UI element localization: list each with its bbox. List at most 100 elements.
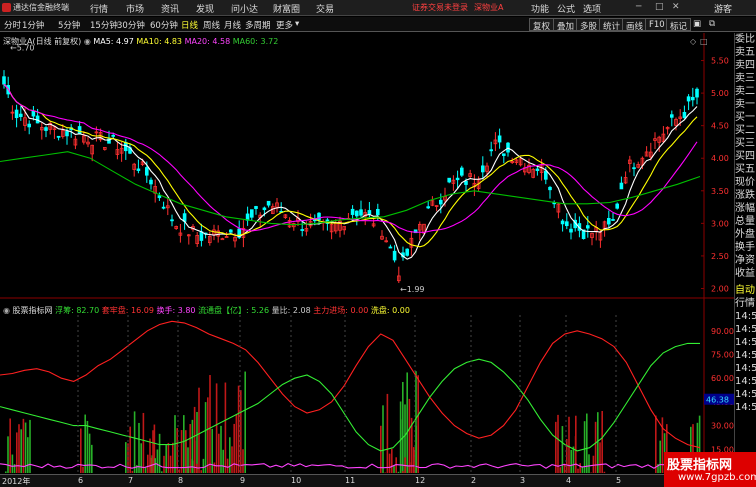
washout-label: 洗盘: 0.00: [370, 306, 410, 315]
side-item-21: 14:5: [735, 311, 756, 322]
ma10-line: [3, 83, 698, 248]
tab-fenshi[interactable]: 分时: [4, 19, 21, 31]
pin-icon[interactable]: ⧉: [706, 18, 718, 31]
candle-body: [65, 131, 69, 137]
candle-body: [695, 88, 699, 98]
indicator-bar: [88, 433, 91, 473]
main-force-label: 主力进场: 0.00: [313, 306, 369, 315]
indicator-bar: [187, 447, 189, 473]
side-item-1: 卖五: [735, 47, 755, 58]
indicator-tick-2: 60.00: [711, 374, 734, 383]
tab-more[interactable]: 更多: [276, 19, 293, 31]
indicator-bar: [178, 469, 181, 473]
candle-body: [220, 238, 225, 241]
float-chips-label: 浮筹: 82.70: [55, 306, 100, 315]
collapse-icon[interactable]: ▣: [690, 18, 704, 31]
price-tick-5: 3.00: [711, 219, 729, 228]
indicator-bar: [408, 462, 411, 473]
turnover-line: [0, 462, 697, 469]
menu-caifuquan[interactable]: 财富圈: [273, 2, 300, 15]
indicator-bar: [138, 422, 140, 473]
candle-body: [27, 123, 31, 128]
side-item-16: 换手: [735, 242, 755, 253]
candle-body: [497, 135, 502, 143]
indicator-bar: [198, 387, 200, 473]
minimize-icon[interactable]: ─: [636, 2, 641, 12]
indicator-bar: [599, 442, 601, 473]
tab-30min[interactable]: 30分钟: [117, 19, 145, 31]
menu-gongshi[interactable]: 公式: [557, 2, 575, 15]
restore-icon[interactable]: □: [655, 2, 664, 12]
mark-button[interactable]: 标记: [666, 18, 692, 32]
date-label-2: 7: [128, 476, 134, 485]
chevron-down-icon[interactable]: ▾: [295, 19, 299, 29]
ma-settings-icon[interactable]: ◉: [84, 37, 91, 46]
tab-60min[interactable]: 60分钟: [150, 19, 178, 31]
date-label-5: 10: [291, 476, 302, 485]
side-item-18: 收益: [735, 268, 755, 279]
indicator-settings-icon[interactable]: ◉: [3, 306, 10, 315]
side-item-6: 买一: [735, 112, 755, 123]
indicator-bar: [11, 454, 14, 473]
kline-chart[interactable]: 5.50 5.00 4.50 4.00 3.50 3.00 2.50 2.00 90.00 75.…: [0, 33, 734, 474]
candle-body: [77, 126, 82, 135]
indicator-bar: [233, 423, 235, 473]
menu-faxian[interactable]: 发现: [196, 2, 214, 15]
menu-xuanxiang[interactable]: 选项: [583, 2, 601, 15]
tab-15min[interactable]: 15分钟: [90, 19, 118, 31]
menu-shichang[interactable]: 市场: [126, 2, 144, 15]
overlay-button[interactable]: 叠加: [553, 18, 579, 32]
candle-body: [632, 167, 636, 170]
current-stock-name: 深物业A: [474, 3, 504, 12]
candle-body: [607, 218, 611, 225]
indicator-bar: [185, 430, 187, 473]
tab-weekly[interactable]: 周线: [203, 19, 220, 31]
candle-body: [44, 127, 48, 131]
indicator-bar: [129, 426, 131, 473]
candle-body: [565, 221, 569, 227]
indicator-bar: [140, 443, 142, 473]
indicator-bar: [82, 466, 84, 473]
candle-body: [170, 219, 174, 222]
menu-wenxiaoda[interactable]: 问小达: [231, 2, 258, 15]
tab-5min[interactable]: 5分钟: [58, 19, 80, 31]
trapped-label: 套牢盘: 16.09: [101, 306, 154, 315]
chart-title: 深物业A(日线 前复权): [3, 37, 82, 46]
menu-gongneng[interactable]: 功能: [531, 2, 549, 15]
indicator-bar: [572, 446, 575, 473]
candle-body: [300, 229, 304, 231]
fuquan-button[interactable]: 复权: [529, 18, 555, 32]
indicator-bar: [382, 405, 384, 473]
candle-body: [560, 220, 565, 225]
indicator-bar: [152, 430, 154, 473]
date-label-10: 4: [566, 476, 572, 485]
candle-body: [548, 186, 552, 191]
candle-body: [161, 206, 166, 209]
candle-body: [480, 165, 485, 173]
indicator-bar: [242, 449, 244, 473]
guest-label[interactable]: 游客: [714, 2, 732, 15]
draw-line-button[interactable]: 画线: [622, 18, 648, 32]
tab-monthly[interactable]: 月线: [224, 19, 241, 31]
close-icon[interactable]: ✕: [672, 2, 680, 12]
login-notice[interactable]: 证券交易未登录: [412, 2, 468, 13]
indicator-name[interactable]: 股票指标网: [13, 306, 53, 315]
price-tick-1: 5.00: [711, 89, 729, 98]
chart-ctrl-icon-a: ◇: [690, 37, 697, 46]
menu-jiaoyi[interactable]: 交易: [316, 2, 334, 15]
indicator-bar: [592, 455, 595, 473]
tab-daily[interactable]: 日线: [181, 19, 198, 31]
candle-body: [438, 199, 443, 205]
side-item-24: 14:5: [735, 350, 756, 361]
tab-multi-period[interactable]: 多周期: [245, 19, 271, 31]
menu-zixun[interactable]: 资讯: [161, 2, 179, 15]
statistics-button[interactable]: 统计: [599, 18, 625, 32]
tab-1min[interactable]: 1分钟: [22, 19, 44, 31]
multi-stock-button[interactable]: 多股: [576, 18, 602, 32]
indicator-bar: [417, 375, 419, 473]
volume-ratio-label: 量比: 2.08: [271, 306, 311, 315]
turnover-label: 换手: 3.80: [156, 306, 196, 315]
indicator-bar: [180, 430, 183, 473]
menu-hangqing[interactable]: 行情: [90, 2, 108, 15]
candle-body: [157, 195, 162, 199]
